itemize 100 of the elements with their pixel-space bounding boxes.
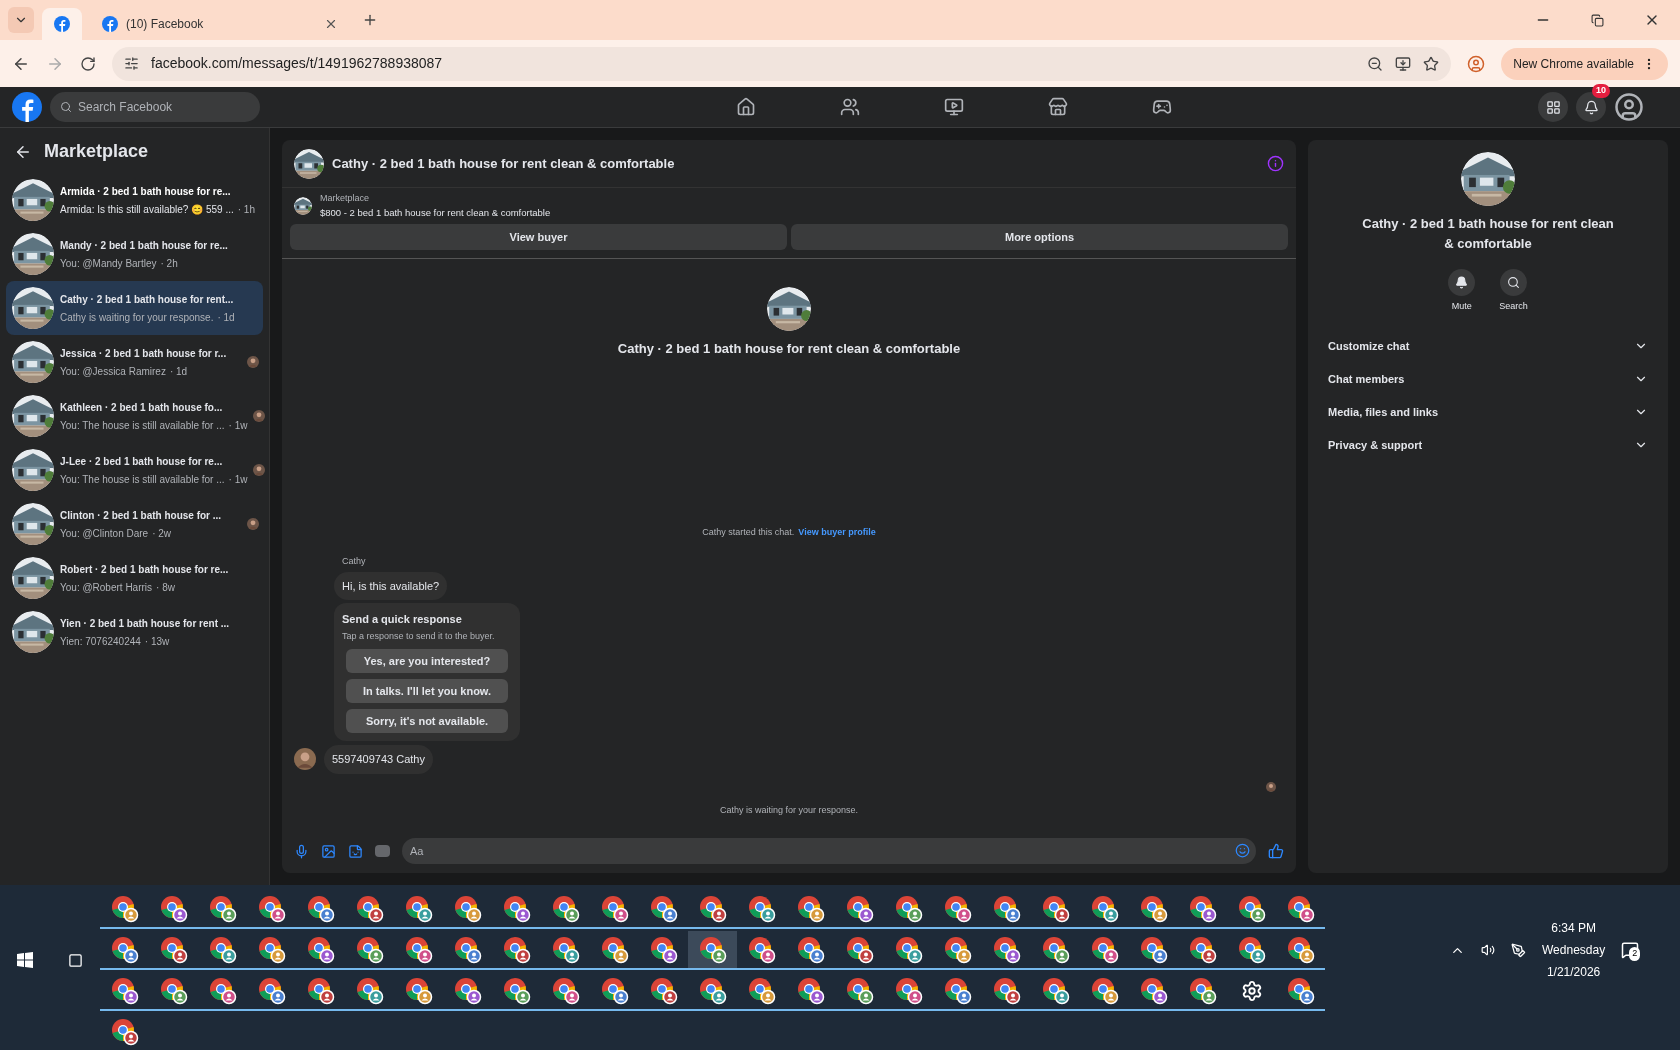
microphone-icon[interactable] xyxy=(294,843,309,859)
details-section-header[interactable]: Chat members xyxy=(1320,362,1656,396)
chrome-profile-icon xyxy=(747,894,776,923)
reload-icon[interactable] xyxy=(80,55,96,72)
search-button[interactable] xyxy=(1500,269,1527,296)
message-input[interactable]: Aa xyxy=(402,838,1256,864)
bell-icon xyxy=(1455,276,1469,289)
conversation-item[interactable]: Yien · 2 bed 1 bath house for rent ... Yien: 7076240244 · 13w xyxy=(6,605,263,659)
quick-response-button[interactable]: In talks. I'll let you know. xyxy=(346,679,508,703)
chrome-profile-icon xyxy=(1139,894,1168,923)
browser-tab[interactable] xyxy=(42,8,82,40)
update-button[interactable]: New Chrome available xyxy=(1501,47,1668,80)
conversation-item[interactable]: Robert · 2 bed 1 bath house for re... You: @Robert Harris · 8w xyxy=(6,551,263,605)
start-icon[interactable] xyxy=(17,952,34,968)
avatar-icon xyxy=(253,410,266,422)
view-buyer-profile-link[interactable]: View buyer profile xyxy=(798,525,876,539)
details-section-header[interactable]: Privacy & support xyxy=(1320,428,1656,462)
details-title: Cathy · 2 bed 1 bath house for rent clean & comfortable xyxy=(1361,215,1615,253)
facebook-logo-icon[interactable] xyxy=(12,92,42,122)
account-icon[interactable] xyxy=(1614,92,1644,122)
taskbar-button[interactable] xyxy=(688,931,737,970)
chrome-profile-icon xyxy=(404,976,433,1005)
chrome-profile-icon xyxy=(1139,935,1168,964)
gaming-icon[interactable] xyxy=(1152,97,1172,117)
install-icon[interactable] xyxy=(1395,55,1412,72)
conversation-preview: Cathy is waiting for your response. xyxy=(60,310,214,325)
notifications-button[interactable] xyxy=(1576,92,1606,122)
address-bar[interactable]: facebook.com/messages/t/1491962788938087 xyxy=(112,46,1452,81)
message-bubble: Hi, is this available? xyxy=(334,571,448,600)
chrome-profile-icon xyxy=(502,894,531,923)
sticker-icon[interactable] xyxy=(348,843,363,859)
chrome-profile-icon xyxy=(453,894,482,923)
close-tab-icon[interactable] xyxy=(324,17,338,31)
conversation-time: · 2h xyxy=(160,256,178,271)
bell-icon xyxy=(1583,99,1599,115)
details-section-header[interactable]: Customize chat xyxy=(1320,329,1656,363)
conversation-time: · 8w xyxy=(156,580,175,595)
search-field[interactable]: Search Facebook xyxy=(50,92,260,122)
conversation-time: · 1h xyxy=(237,202,255,217)
video-icon[interactable] xyxy=(944,97,964,117)
chrome-profile-icon xyxy=(110,976,139,1005)
info-icon[interactable] xyxy=(1267,155,1284,172)
marketplace-icon[interactable] xyxy=(1048,97,1068,117)
tab-list-button[interactable] xyxy=(8,7,34,33)
details-section-header[interactable]: Media, files and links xyxy=(1320,395,1656,429)
search-icon xyxy=(1507,276,1520,289)
conversation-item[interactable]: Cathy · 2 bed 1 bath house for rent... Cathy is waiting for your response. · 1d xyxy=(6,281,263,335)
action-label: Search xyxy=(1499,300,1528,313)
avatar-icon xyxy=(247,518,259,530)
url-text: facebook.com/messages/t/1491962788938087 xyxy=(151,54,444,73)
mute-button[interactable] xyxy=(1448,269,1476,296)
conversation-item[interactable]: J-Lee · 2 bed 1 bath house for re... You: The house is still available for ... · 1w xyxy=(6,443,263,497)
bookmark-icon[interactable] xyxy=(1423,55,1440,72)
chrome-profile-icon xyxy=(845,976,874,1005)
listing-action-button[interactable]: More options xyxy=(791,223,1288,250)
restore-icon[interactable] xyxy=(1591,13,1604,27)
new-tab-icon[interactable] xyxy=(362,12,378,28)
menu-button[interactable] xyxy=(1538,92,1568,122)
volume-icon[interactable] xyxy=(1481,943,1495,957)
browser-tab[interactable]: (10) Facebook xyxy=(90,8,350,40)
avatar-icon xyxy=(247,356,259,368)
conversation-item[interactable]: Mandy · 2 bed 1 bath house for re... You: @Mandy Bartley · 2h xyxy=(6,227,263,281)
chrome-profile-icon xyxy=(208,976,237,1005)
profile-icon[interactable] xyxy=(1467,54,1486,73)
search-icon xyxy=(60,101,72,113)
conversation-title: Armida · 2 bed 1 bath house for re... xyxy=(60,184,232,199)
conversation-preview: You: @Jessica Ramirez xyxy=(60,364,166,379)
listing-action-button[interactable]: View buyer xyxy=(290,223,787,250)
avatar-icon xyxy=(294,748,316,771)
zoom-icon[interactable] xyxy=(1367,55,1384,72)
chrome-profile-icon xyxy=(1188,976,1217,1005)
chrome-profile-icon xyxy=(1139,976,1168,1005)
conversation-item[interactable]: Jessica · 2 bed 1 bath house for r... You: @Jessica Ramirez · 1d xyxy=(6,335,263,389)
friends-icon[interactable] xyxy=(840,97,860,117)
pen-icon[interactable] xyxy=(1511,942,1526,958)
chrome-profile-icon xyxy=(1041,894,1070,923)
conversation-preview: You: @Clinton Dare xyxy=(60,526,149,541)
chrome-profile-icon xyxy=(551,894,580,923)
emoji-icon[interactable] xyxy=(1235,843,1250,858)
chrome-profile-icon xyxy=(698,976,727,1005)
site-info-icon[interactable] xyxy=(124,56,139,71)
home-icon[interactable] xyxy=(736,97,756,117)
chat-started-text: Cathy started this chat. xyxy=(702,525,795,539)
task-view-icon[interactable] xyxy=(67,952,83,968)
action-center-icon[interactable] xyxy=(1621,941,1640,959)
waiting-status: Cathy is waiting for your response. xyxy=(719,803,859,817)
like-icon[interactable] xyxy=(1268,843,1284,859)
conversation-item[interactable]: Clinton · 2 bed 1 bath house for ... You: @Clinton Dare · 2w xyxy=(6,497,263,551)
chrome-profile-icon xyxy=(796,894,825,923)
chrome-profile-icon xyxy=(1286,935,1315,964)
conversation-item[interactable]: Kathleen · 2 bed 1 bath house fo... You: The house is still available for ... · 1w xyxy=(6,389,263,443)
quick-response-button[interactable]: Yes, are you interested? xyxy=(346,649,508,673)
chrome-profile-icon xyxy=(159,935,188,964)
chrome-profile-icon xyxy=(306,935,335,964)
conversation-item[interactable]: Armida · 2 bed 1 bath house for re... Armida: Is this still available? 😊 559 ... · 1h xyxy=(6,173,263,227)
photo-icon[interactable] xyxy=(321,843,336,859)
chrome-profile-icon xyxy=(894,976,923,1005)
chrome-profile-icon xyxy=(502,935,531,964)
quick-response-button[interactable]: Sorry, it's not available. xyxy=(346,709,508,733)
chrome-profile-icon xyxy=(453,935,482,964)
